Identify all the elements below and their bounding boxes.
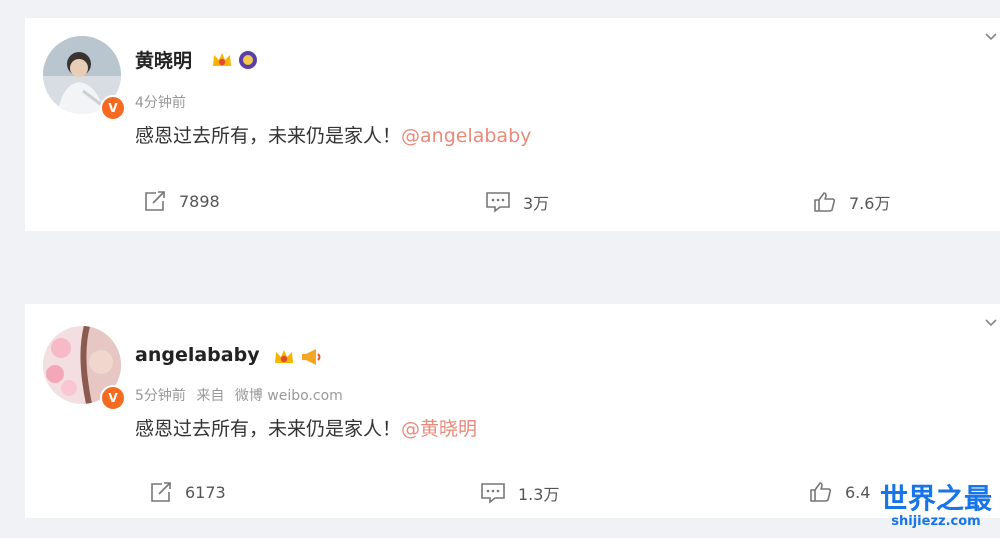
post-meta: 5分钟前 来自 微博 weibo.com — [135, 385, 349, 405]
comment-icon — [486, 192, 510, 213]
watermark-title: 世界之最 — [879, 482, 992, 515]
vip-crown-icon[interactable] — [211, 50, 233, 70]
repost-icon — [151, 482, 171, 502]
weibo-post-2: V angelababy 5分钟前 来自 微博 weibo.com 感恩过去所有… — [25, 304, 1000, 518]
site-watermark: 世界之最 shijiezz.com — [880, 483, 992, 529]
thumbs-up-icon — [810, 482, 832, 502]
like-button[interactable]: 6.4 — [809, 481, 870, 503]
source-prefix: 来自 — [196, 388, 225, 404]
comment-button[interactable]: 1.3万 — [480, 481, 559, 505]
watermark-url: shijiezz.com — [891, 514, 981, 529]
chevron-down-icon[interactable] — [984, 316, 998, 330]
post-text: 感恩过去所有，未来仍是家人！@angelababy — [135, 121, 531, 148]
comment-button[interactable]: 3万 — [485, 190, 549, 214]
vip-crown-icon[interactable] — [273, 347, 295, 367]
repost-count: 6173 — [185, 482, 226, 502]
purple-medal-icon[interactable] — [238, 50, 258, 70]
repost-button[interactable]: 7898 — [143, 190, 220, 212]
weibo-post-1: V 黄晓明 4分钟前 感恩过去所有，未来仍是家人！@angelababy 789… — [25, 18, 1000, 231]
post-time[interactable]: 5分钟前 — [135, 388, 186, 404]
author-name[interactable]: angelababy — [135, 344, 260, 366]
mention-link[interactable]: @angelababy — [401, 125, 531, 147]
verified-badge-icon: V — [100, 385, 126, 411]
chevron-down-icon[interactable] — [984, 30, 998, 44]
comment-icon — [481, 483, 505, 504]
like-count: 6.4 — [845, 482, 871, 502]
comment-count: 3万 — [523, 194, 550, 213]
post-time[interactable]: 4分钟前 — [135, 95, 186, 111]
verified-badge-icon: V — [100, 95, 126, 121]
comment-count: 1.3万 — [518, 485, 560, 504]
post-source[interactable]: 微博 weibo.com — [235, 388, 343, 404]
like-button[interactable]: 7.6万 — [813, 190, 890, 214]
author-badges — [211, 50, 258, 70]
author-name[interactable]: 黄晓明 — [135, 46, 192, 73]
like-count: 7.6万 — [849, 194, 891, 213]
author-badges — [273, 347, 322, 367]
megaphone-icon[interactable] — [300, 347, 322, 367]
post-text: 感恩过去所有，未来仍是家人！@黄晓明 — [135, 414, 477, 441]
thumbs-up-icon — [814, 192, 836, 212]
post-body: 感恩过去所有，未来仍是家人！ — [135, 125, 402, 147]
mention-link[interactable]: @黄晓明 — [401, 418, 477, 440]
post-meta: 4分钟前 — [135, 92, 192, 112]
post-body: 感恩过去所有，未来仍是家人！ — [135, 418, 402, 440]
repost-icon — [145, 191, 165, 211]
repost-button[interactable]: 6173 — [149, 481, 226, 503]
repost-count: 7898 — [179, 191, 220, 211]
